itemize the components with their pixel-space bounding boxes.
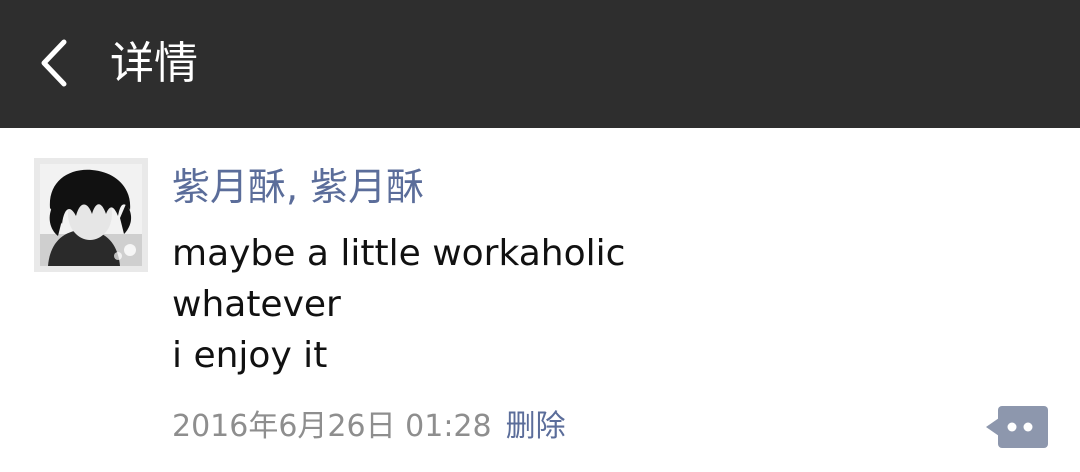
moment-post: 紫月酥, 紫月酥 maybe a little workaholic whate… <box>0 128 1080 472</box>
author-name[interactable]: 紫月酥, 紫月酥 <box>172 162 424 212</box>
top-bar: 详情 <box>0 0 1080 128</box>
content-line: whatever <box>172 284 341 325</box>
post-timestamp: 2016年6月26日 01:28 <box>172 409 492 444</box>
more-button[interactable] <box>986 406 1048 448</box>
avatar[interactable] <box>34 158 148 272</box>
page-title: 详情 <box>110 38 198 89</box>
chevron-left-icon <box>28 30 88 96</box>
content-line: i enjoy it <box>172 335 328 376</box>
back-button[interactable] <box>28 30 88 96</box>
post-content: maybe a little workaholic whatever i enj… <box>172 228 952 381</box>
comment-more-icon <box>986 406 1048 448</box>
content-line: maybe a little workaholic <box>172 233 626 274</box>
delete-button[interactable]: 删除 <box>506 409 566 444</box>
post-meta: 2016年6月26日 01:28 删除 <box>172 402 566 452</box>
